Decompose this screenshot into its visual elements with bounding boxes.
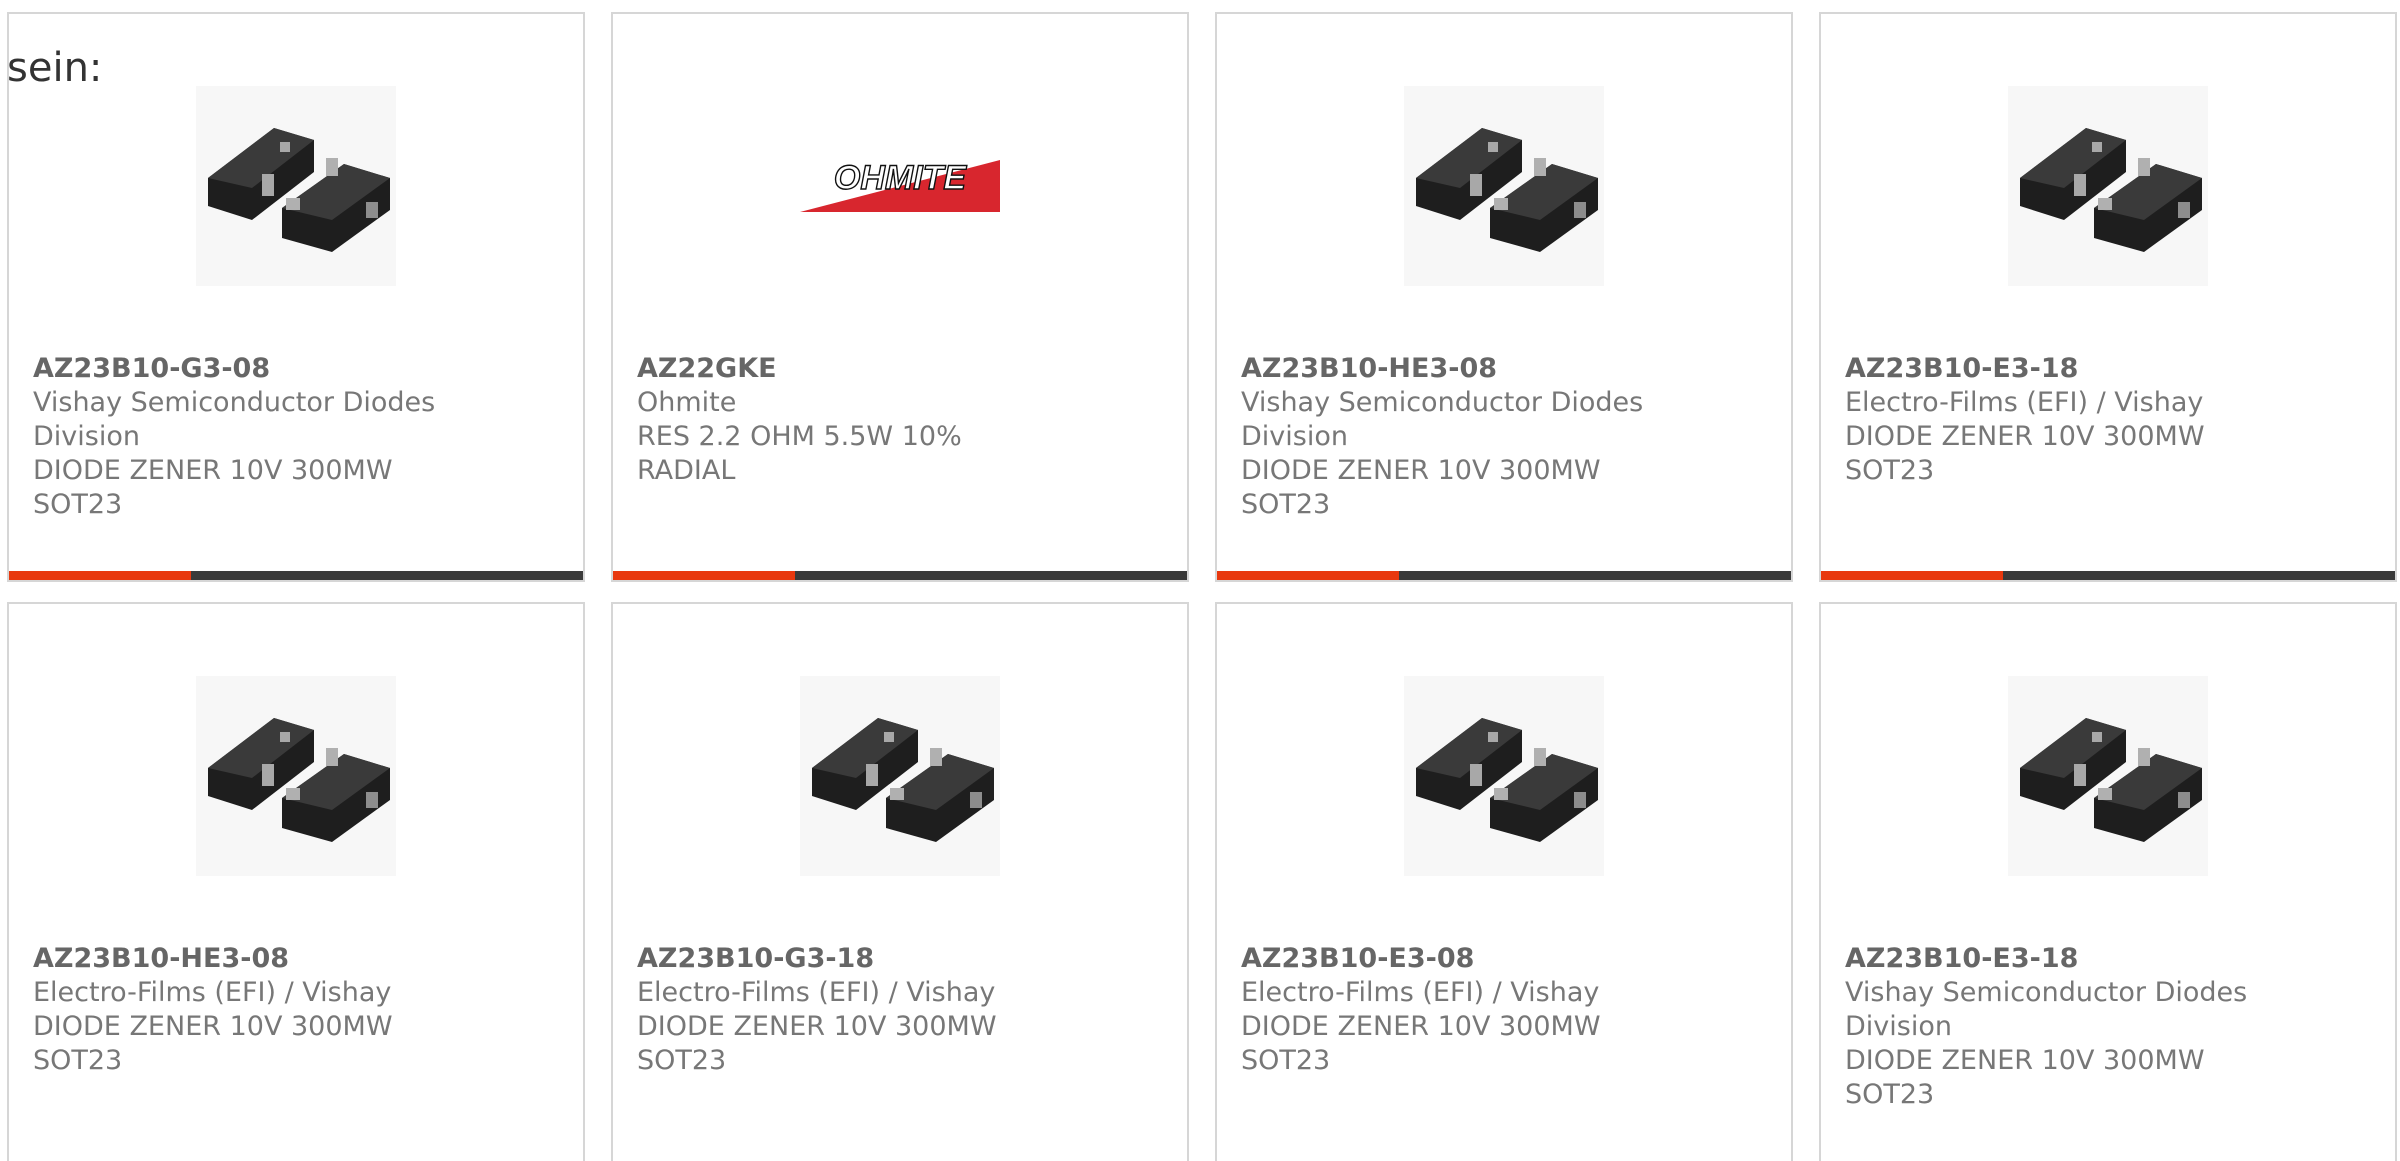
description: DIODE ZENER 10V 300MW SOT23 [33,455,393,520]
manufacturer: Vishay Semiconductor Diodes Division [1241,387,1644,452]
sot23-diode-icon [208,718,390,842]
description: DIODE ZENER 10V 300MW SOT23 [33,1011,393,1076]
product-card[interactable]: AZ23B10-E3-08 Electro-Films (EFI) / Vish… [1215,602,1793,1161]
product-card[interactable]: AZ23B10-HE3-08 Electro-Films (EFI) / Vis… [7,602,585,1161]
part-number[interactable]: AZ23B10-HE3-08 [33,942,559,976]
product-image[interactable] [196,676,396,876]
product-info: AZ23B10-HE3-08 Electro-Films (EFI) / Vis… [33,942,559,1078]
part-number[interactable]: AZ23B10-E3-08 [1241,942,1767,976]
description: DIODE ZENER 10V 300MW SOT23 [1845,1045,2205,1110]
product-image[interactable] [800,676,1000,876]
card-footer-bar [613,571,1187,580]
accent-bar [1821,571,2003,580]
product-card[interactable]: AZ23B10-E3-18 Vishay Semiconductor Diode… [1819,602,2397,1161]
part-number[interactable]: AZ23B10-E3-18 [1845,942,2371,976]
product-image[interactable] [1404,86,1604,286]
description: DIODE ZENER 10V 300MW SOT23 [637,1011,997,1076]
manufacturer: Electro-Films (EFI) / Vishay [637,977,996,1008]
sot23-diode-icon [1416,128,1598,252]
description: DIODE ZENER 10V 300MW SOT23 [1241,455,1601,520]
manufacturer: Vishay Semiconductor Diodes Division [1845,977,2248,1042]
card-footer-bar [9,571,583,580]
product-info: AZ23B10-G3-18 Electro-Films (EFI) / Vish… [637,942,1163,1078]
description: RES 2.2 OHM 5.5W 10% RADIAL [637,421,962,486]
sot23-diode-icon [812,718,994,842]
sot23-diode-icon [2020,718,2202,842]
part-number[interactable]: AZ22GKE [637,352,1163,386]
product-info: AZ23B10-G3-08 Vishay Semiconductor Diode… [33,352,559,522]
product-card[interactable]: AZ23B10-G3-18 Electro-Films (EFI) / Vish… [611,602,1189,1161]
product-image[interactable] [2008,676,2208,876]
manufacturer: Electro-Films (EFI) / Vishay [1845,387,2204,418]
description: DIODE ZENER 10V 300MW SOT23 [1845,421,2205,486]
page: sein: AZ23B10-G3-08 Vishay Semiconductor… [0,0,2400,1161]
product-info: AZ22GKE Ohmite RES 2.2 OHM 5.5W 10% RADI… [637,352,1163,488]
part-number[interactable]: AZ23B10-G3-18 [637,942,1163,976]
manufacturer: Ohmite [637,387,737,418]
accent-bar [9,571,191,580]
logo-text: OHMITE [834,160,968,197]
manufacturer: Electro-Films (EFI) / Vishay [1241,977,1600,1008]
manufacturer: Vishay Semiconductor Diodes Division [33,387,436,452]
accent-bar [613,571,795,580]
product-info: AZ23B10-E3-18 Electro-Films (EFI) / Vish… [1845,352,2371,488]
product-info: AZ23B10-HE3-08 Vishay Semiconductor Diod… [1241,352,1767,522]
sot23-diode-icon [2020,128,2202,252]
product-info: AZ23B10-E3-08 Electro-Films (EFI) / Vish… [1241,942,1767,1078]
intro-text: sein: [7,45,103,91]
product-info: AZ23B10-E3-18 Vishay Semiconductor Diode… [1845,942,2371,1112]
part-number[interactable]: AZ23B10-G3-08 [33,352,559,386]
sot23-diode-icon [208,128,390,252]
card-footer-bar [1217,571,1791,580]
part-number[interactable]: AZ23B10-HE3-08 [1241,352,1767,386]
sot23-diode-icon [1416,718,1598,842]
product-image[interactable] [1404,676,1604,876]
product-card[interactable]: AZ23B10-HE3-08 Vishay Semiconductor Diod… [1215,12,1793,582]
product-card[interactable]: AZ23B10-E3-18 Electro-Films (EFI) / Vish… [1819,12,2397,582]
part-number[interactable]: AZ23B10-E3-18 [1845,352,2371,386]
product-card[interactable]: OHMITE AZ22GKE Ohmite RES 2.2 OHM 5.5W 1… [611,12,1189,582]
product-image[interactable]: OHMITE [800,86,1000,286]
manufacturer: Electro-Films (EFI) / Vishay [33,977,392,1008]
product-image[interactable] [196,86,396,286]
card-footer-bar [1821,571,2395,580]
accent-bar [1217,571,1399,580]
description: DIODE ZENER 10V 300MW SOT23 [1241,1011,1601,1076]
ohmite-logo-icon: OHMITE [800,160,1000,212]
product-image[interactable] [2008,86,2208,286]
